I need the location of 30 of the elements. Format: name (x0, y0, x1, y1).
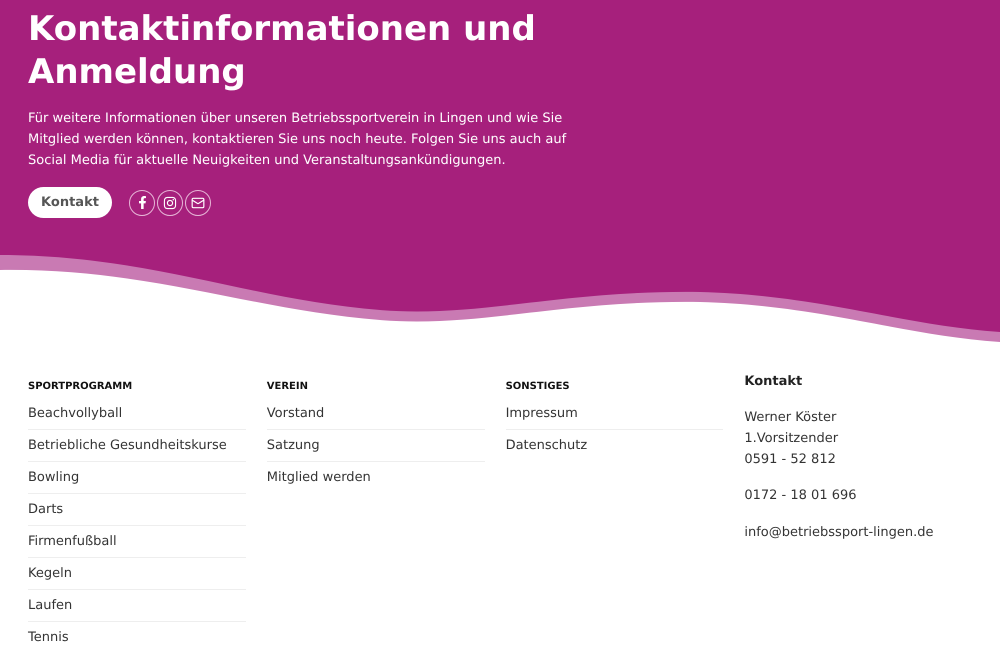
contact-heading: Kontakt (744, 373, 804, 391)
column-heading: VEREIN (266, 380, 309, 394)
instagram-icon (163, 196, 177, 210)
footer-link[interactable]: Satzung (266, 430, 485, 461)
contact-role: 1.Vorsitzender (744, 430, 840, 448)
column-heading: SONSTIGES (506, 380, 571, 394)
contact-email[interactable]: info@betriebssport-lingen.de (744, 522, 972, 543)
social-link[interactable] (157, 190, 183, 216)
mail-icon (191, 196, 205, 210)
social-link[interactable] (129, 190, 155, 216)
column-heading: SPORTPROGRAMM (28, 380, 134, 394)
footer-link[interactable]: Vorstand (266, 398, 485, 429)
footer-link[interactable]: Impressum (506, 398, 724, 429)
footer-link[interactable]: Kegeln (28, 558, 246, 589)
footer-link[interactable]: Betriebliche Gesundheitskurse (28, 430, 246, 461)
contact-mobile: 0172 - 18 01 696 (744, 487, 858, 505)
footer-link[interactable]: Bowling (28, 462, 246, 493)
footer-link[interactable]: Firmenfußball (28, 526, 246, 557)
footer-link[interactable]: Laufen (28, 590, 246, 621)
contact-name: Werner Köster (744, 409, 838, 427)
footer-link[interactable]: Tennis (28, 622, 246, 653)
footer-link[interactable]: Datenschutz (506, 430, 724, 461)
contact-phone: 0591 - 52 812 (744, 451, 837, 469)
footer-link[interactable]: Mitglied werden (266, 462, 485, 493)
social-link[interactable] (185, 190, 211, 216)
footer-link[interactable]: Darts (28, 494, 246, 525)
footer-link[interactable]: Beachvollyball (28, 398, 246, 429)
hero-text: Für weitere Informationen über unseren Betriebssportverein in Lingen und wie Sie Mitglied werden können, kontaktieren Sie uns noch heute. Folgen Sie uns auch auf Social Media für aktuelle Neuigkeiten und Veranstaltungsankündigungen. (28, 110, 568, 170)
hero-title: Kontaktinformationen und Anmeldung (28, 8, 537, 94)
contact-button[interactable]: Kontakt (28, 187, 112, 218)
